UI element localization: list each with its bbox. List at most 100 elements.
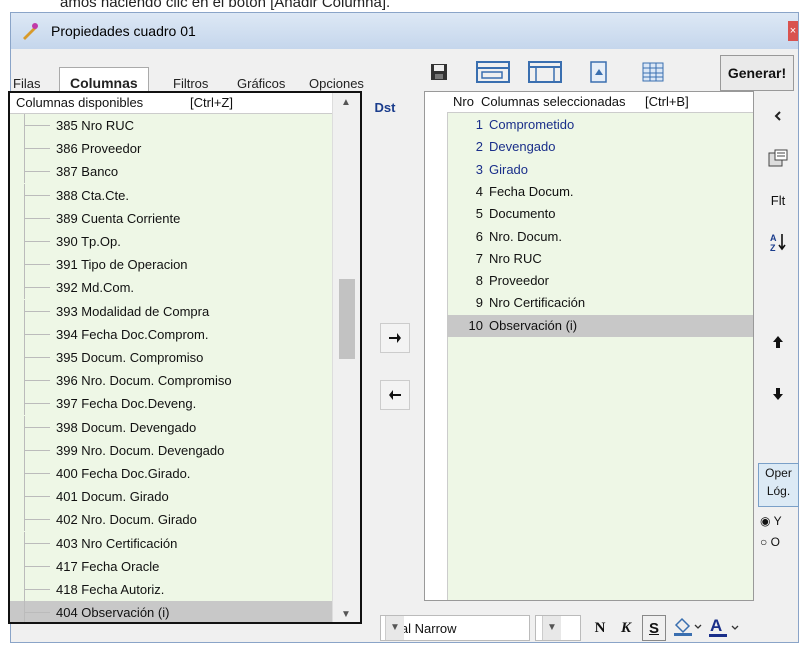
dst-button[interactable]: Dst	[370, 96, 400, 120]
generate-button[interactable]: Generar!	[720, 55, 794, 91]
filter-button[interactable]: Flt	[762, 186, 794, 214]
font-select[interactable]: Arial Narrow ▼	[380, 615, 530, 641]
underline-button[interactable]: S	[642, 615, 666, 641]
list-item-label: 404 Observación (i)	[56, 605, 170, 621]
title-bar: Propiedades cuadro 01 ×	[11, 13, 798, 49]
collapse-button[interactable]	[762, 102, 794, 130]
table-row[interactable]: 1 Comprometido	[447, 114, 753, 136]
list-item[interactable]: 399 Nro. Docum. Devengado	[10, 438, 332, 462]
properties-button[interactable]	[762, 144, 794, 172]
list-item[interactable]: 388 Cta.Cte.	[10, 183, 332, 207]
remove-column-button[interactable]	[380, 380, 410, 410]
svg-text:Z: Z	[770, 243, 776, 252]
move-down-button[interactable]	[762, 380, 794, 408]
table-row[interactable]: 5 Documento	[447, 203, 753, 225]
export-icon[interactable]	[585, 59, 613, 85]
list-item[interactable]: 404 Observación (i)	[10, 601, 332, 622]
table-row[interactable]: 2 Devengado	[447, 136, 753, 158]
radio-y-label: Y	[773, 514, 782, 528]
list-item[interactable]: 392 Md.Com.	[10, 276, 332, 300]
list-item[interactable]: 418 Fecha Autoriz.	[10, 578, 332, 601]
list-item-label: 386 Proveedor	[56, 141, 142, 157]
selected-columns-header: Nro Columnas seleccionadas [Ctrl+B]	[425, 92, 753, 113]
selected-columns-list[interactable]: Nro Columnas seleccionadas [Ctrl+B] 1 Com…	[424, 91, 754, 601]
table-icon[interactable]	[639, 59, 667, 85]
close-button[interactable]: ×	[788, 21, 798, 41]
row-label: Fecha Docum.	[489, 183, 574, 199]
tree-branch	[24, 542, 50, 544]
tree-branch	[24, 310, 50, 312]
tree-branch	[24, 287, 50, 289]
row-label: Observación (i)	[489, 317, 578, 333]
row-number: 10	[468, 317, 483, 333]
tree-branch	[24, 171, 50, 173]
list-item[interactable]: 417 Fecha Oracle	[10, 554, 332, 578]
list-item[interactable]: 393 Modalidad de Compra	[10, 299, 332, 323]
italic-button[interactable]: K	[614, 615, 638, 641]
list-item[interactable]: 400 Fecha Doc.Girado.	[10, 462, 332, 485]
list-item[interactable]: 385 Nro RUC	[10, 114, 332, 137]
list-item-label: 399 Nro. Docum. Devengado	[56, 442, 225, 458]
table-row[interactable]: 10 Observación (i)	[447, 314, 753, 337]
list-item[interactable]: 403 Nro Certificación	[10, 531, 332, 555]
list-item[interactable]: 396 Nro. Docum. Compromiso	[10, 369, 332, 393]
scroll-up-icon[interactable]: ▲	[341, 97, 351, 108]
list-item[interactable]: 386 Proveedor	[10, 137, 332, 161]
left-scrollbar[interactable]: ▲ ▼	[332, 93, 360, 622]
font-color-button[interactable]: A	[708, 615, 742, 641]
radio-y[interactable]: ◉ Y	[760, 514, 782, 528]
tree-branch	[24, 148, 50, 150]
tree-branch	[24, 194, 50, 196]
list-item[interactable]: 401 Docum. Girado	[10, 485, 332, 509]
table-row[interactable]: 6 Nro. Docum.	[447, 226, 753, 248]
radio-o[interactable]: ○ O	[760, 535, 780, 549]
list-item[interactable]: 398 Docum. Devengado	[10, 415, 332, 439]
list-item[interactable]: 387 Banco	[10, 160, 332, 184]
list-item-label: 403 Nro Certificación	[56, 535, 178, 551]
list-item[interactable]: 391 Tipo de Operacion	[10, 253, 332, 277]
row-number: 4	[475, 183, 483, 199]
list-item[interactable]: 397 Fecha Doc.Deveng.	[10, 392, 332, 416]
table-row[interactable]: 8 Proveedor	[447, 270, 753, 292]
list-item-label: 397 Fecha Doc.Deveng.	[56, 396, 197, 412]
available-columns-header: Columnas disponibles [Ctrl+Z]	[10, 93, 332, 114]
row-label: Comprometido	[489, 117, 575, 132]
font-size-select[interactable]: 10 ▼	[535, 615, 581, 641]
move-up-button[interactable]	[762, 328, 794, 356]
chevron-down-icon[interactable]: ▼	[542, 616, 561, 640]
tree-branch	[24, 264, 50, 266]
layout-icon[interactable]	[473, 59, 513, 85]
chevron-down-icon[interactable]: ▼	[385, 616, 404, 640]
list-item[interactable]: 394 Fecha Doc.Comprom.	[10, 322, 332, 346]
row-label: Proveedor	[489, 273, 549, 289]
list-item-label: 393 Modalidad de Compra	[56, 303, 210, 319]
save-icon[interactable]	[425, 59, 453, 85]
arrow-right-icon	[389, 333, 401, 343]
scroll-down-icon[interactable]: ▼	[341, 609, 351, 620]
fill-color-button[interactable]	[670, 615, 704, 641]
list-item[interactable]: 402 Nro. Docum. Girado	[10, 508, 332, 532]
paint-bucket-icon	[674, 617, 702, 636]
tree-branch	[24, 449, 50, 451]
table-row[interactable]: 7 Nro RUC	[447, 248, 753, 270]
list-item[interactable]: 395 Docum. Compromiso	[10, 346, 332, 369]
table-row[interactable]: 3 Girado	[447, 159, 753, 181]
oper-label: Oper	[765, 466, 792, 480]
table-row[interactable]: 4 Fecha Docum.	[447, 181, 753, 203]
list-item[interactable]: 389 Cuenta Corriente	[10, 206, 332, 230]
scroll-thumb[interactable]	[339, 279, 355, 359]
nro-header: Nro	[453, 94, 474, 109]
list-item-label: 401 Docum. Girado	[56, 489, 169, 505]
list-item[interactable]: 390 Tp.Op.	[10, 230, 332, 253]
row-label: Nro RUC	[489, 250, 542, 266]
bold-button[interactable]: N	[588, 615, 612, 641]
list-item-label: 390 Tp.Op.	[56, 234, 121, 249]
properties-icon	[768, 149, 788, 167]
window-icon[interactable]	[525, 59, 565, 85]
sort-az-button[interactable]: AZ	[762, 228, 794, 256]
add-column-button[interactable]	[380, 323, 410, 353]
table-row[interactable]: 9 Nro Certificación	[447, 292, 753, 314]
selected-columns-title: Columnas seleccionadas	[481, 94, 626, 109]
available-columns-list[interactable]: Columnas disponibles [Ctrl+Z] 385 Nro RU…	[8, 91, 362, 624]
app-icon	[21, 22, 39, 40]
